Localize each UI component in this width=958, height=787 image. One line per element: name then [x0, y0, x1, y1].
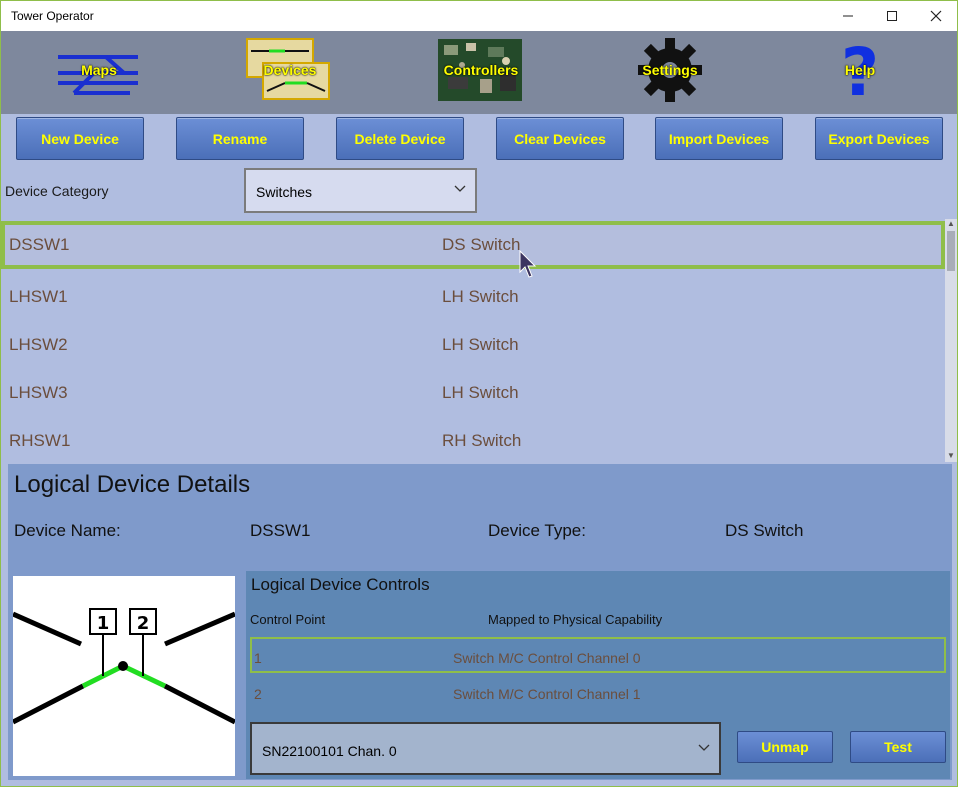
maximize-button[interactable]: [869, 1, 914, 31]
physical-capability-select[interactable]: SN22100101 Chan. 0: [250, 722, 721, 775]
mapped-capability: Switch M/C Control Channel 0: [453, 650, 641, 666]
control-point: 2: [254, 686, 262, 702]
list-item[interactable]: LHSW2 LH Switch: [1, 321, 945, 369]
control-point: 1: [254, 650, 262, 666]
close-button[interactable]: [913, 1, 958, 31]
device-list-scrollbar[interactable]: ▲ ▼: [945, 219, 957, 462]
import-devices-button[interactable]: Import Devices: [655, 117, 783, 160]
export-devices-button[interactable]: Export Devices: [815, 117, 943, 160]
diagram-point-1: 1: [97, 613, 110, 634]
new-device-button[interactable]: New Device: [16, 117, 144, 160]
device-category-value: Switches: [256, 184, 313, 200]
app-window: Tower Operator Maps Devices Controllers …: [0, 0, 958, 787]
chevron-down-icon: [454, 185, 466, 192]
test-button[interactable]: Test: [850, 731, 946, 763]
device-category-label: Device Category: [5, 183, 109, 199]
device-name: RHSW1: [9, 431, 71, 450]
control-row[interactable]: 1 Switch M/C Control Channel 0: [250, 637, 946, 673]
clear-devices-button[interactable]: Clear Devices: [496, 117, 624, 160]
device-type-label: Device Type:: [488, 521, 586, 540]
device-type: LH Switch: [442, 335, 519, 354]
list-item[interactable]: DSSW1 DS Switch: [1, 221, 945, 269]
device-name: LHSW1: [9, 287, 68, 306]
window-title: Tower Operator: [11, 9, 94, 23]
minimize-button[interactable]: [825, 1, 870, 31]
nav-help-label: Help: [844, 62, 876, 78]
title-bar: Tower Operator: [1, 1, 957, 31]
device-type: DS Switch: [442, 235, 521, 254]
nav-controllers-label: Controllers: [443, 62, 519, 78]
control-row[interactable]: 2 Switch M/C Control Channel 1: [250, 675, 946, 711]
nav-maps-label: Maps: [81, 62, 117, 78]
close-icon: [930, 10, 941, 22]
diagram-point-2: 2: [137, 613, 150, 634]
scroll-down-icon[interactable]: ▼: [945, 451, 957, 461]
nav-settings[interactable]: Settings: [625, 37, 715, 103]
device-type: LH Switch: [442, 383, 519, 402]
device-name: LHSW3: [9, 383, 68, 402]
controls-title: Logical Device Controls: [251, 575, 430, 594]
column-header-control-point: Control Point: [250, 612, 326, 627]
nav-help[interactable]: ? Help: [815, 37, 905, 103]
nav-controllers[interactable]: Controllers: [436, 37, 526, 103]
nav-maps[interactable]: Maps: [54, 37, 144, 103]
unmap-button[interactable]: Unmap: [737, 731, 833, 763]
device-type: LH Switch: [442, 287, 519, 306]
delete-device-button[interactable]: Delete Device: [336, 117, 464, 160]
list-item[interactable]: RHSW1 RH Switch: [1, 417, 945, 462]
ds-switch-diagram-icon: 1 2: [11, 608, 237, 725]
maximize-icon: [886, 11, 897, 21]
nav-devices-label: Devices: [263, 62, 317, 78]
device-name-label: Device Name:: [14, 521, 121, 540]
details-title: Logical Device Details: [14, 471, 251, 498]
main-nav: Maps Devices Controllers Settings ? Help: [1, 31, 957, 114]
logical-device-details: Logical Device Details Device Name: DSSW…: [8, 464, 952, 780]
nav-devices[interactable]: Devices: [245, 37, 335, 103]
scroll-thumb[interactable]: [947, 231, 955, 271]
minimize-icon: [842, 15, 853, 17]
mapped-capability: Switch M/C Control Channel 1: [453, 686, 641, 702]
list-item[interactable]: LHSW3 LH Switch: [1, 369, 945, 417]
device-type: RH Switch: [442, 431, 522, 450]
device-list[interactable]: DSSW1 DS Switch LHSW1 LH Switch LHSW2 LH…: [1, 219, 945, 462]
list-item[interactable]: LHSW1 LH Switch: [1, 273, 945, 321]
scroll-up-icon[interactable]: ▲: [945, 219, 957, 229]
chevron-down-icon: [698, 744, 710, 751]
column-header-mapped: Mapped to Physical Capability: [488, 612, 663, 627]
logical-device-controls: Logical Device Controls Control Point Ma…: [246, 571, 950, 779]
device-type-value: DS Switch: [725, 521, 804, 540]
device-name: DSSW1: [9, 235, 70, 254]
device-name: LHSW2: [9, 335, 68, 354]
mouse-cursor-icon: [519, 250, 537, 278]
device-category-select[interactable]: Switches: [244, 168, 477, 213]
rename-button[interactable]: Rename: [176, 117, 304, 160]
device-name-value: DSSW1: [250, 521, 311, 540]
nav-settings-label: Settings: [642, 62, 698, 78]
physical-capability-value: SN22100101 Chan. 0: [262, 743, 397, 759]
switch-diagram: 1 2: [11, 576, 237, 776]
